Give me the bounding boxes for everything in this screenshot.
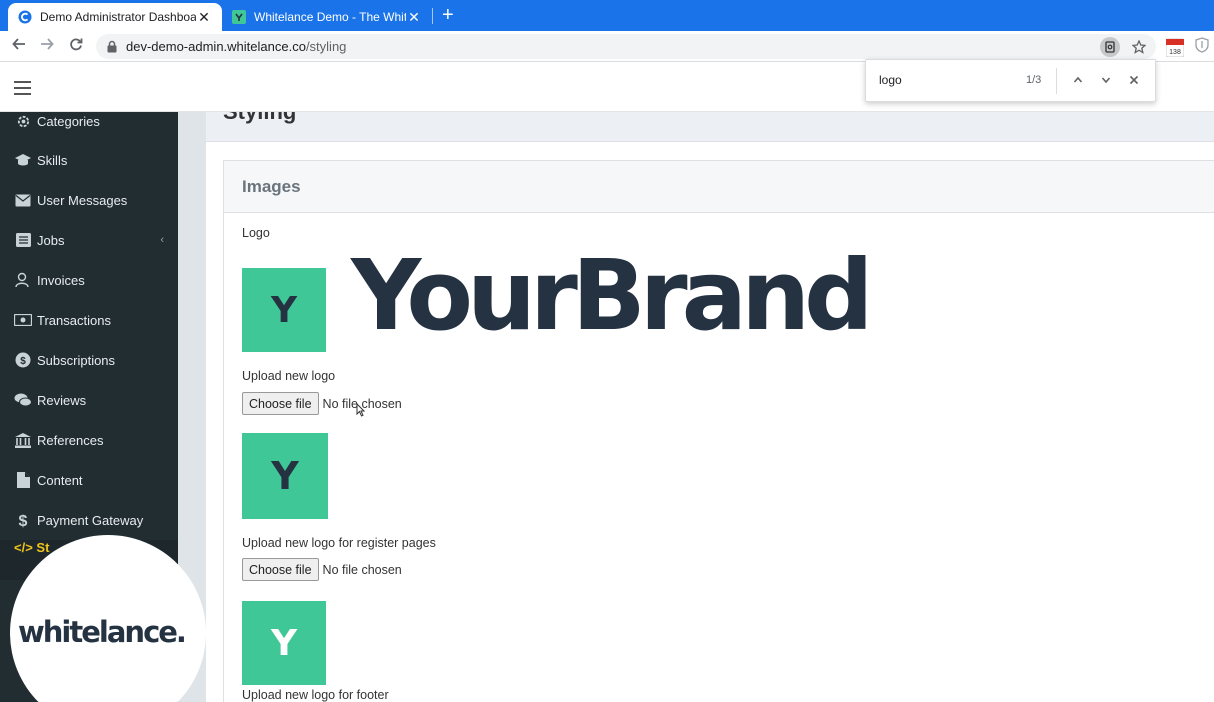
chevron-down-icon[interactable] [1097,71,1115,89]
upload-logo-label: Upload new logo [242,369,336,383]
sidebar-item-label: Invoices [37,272,85,288]
sidebar-item-styling-peek: </> St [14,540,50,555]
bookmark-star-icon[interactable] [1129,37,1149,57]
coin-icon: $ [14,352,32,368]
choose-file-button[interactable]: Choose file [242,558,319,581]
list-icon [14,232,32,248]
sidebar-item-label: Transactions [37,312,111,328]
find-separator [1056,68,1057,94]
sidebar-item-label: Jobs [37,232,65,248]
card-title: Images [242,177,301,196]
sidebar-item-label: Subscriptions [37,352,116,368]
url-path: /styling [305,39,347,54]
url-text: dev-demo-admin.whitelance.co/styling [126,39,346,54]
new-tab-icon[interactable]: + [442,5,454,25]
browser-tab-strip: Demo Administrator Dashboard ✕ Whitelanc… [0,0,1214,31]
sidebar-item-label: Payment Gateway [37,512,144,528]
sidebar-item-jobs[interactable]: Jobs ‹ [0,220,178,260]
sidebar-item-label: References [37,432,104,448]
tab-title: Demo Administrator Dashboard [40,10,196,24]
url-host: dev-demo-admin.whitelance.co [126,39,306,54]
hamburger-menu-icon[interactable] [14,81,31,95]
logo-preview-wordmark: YourBrand [351,239,874,352]
address-bar[interactable]: dev-demo-admin.whitelance.co/styling [96,34,1156,59]
user-dollar-icon [14,272,32,288]
register-logo-preview: Y [242,433,328,519]
money-icon [14,312,32,328]
choose-file-button[interactable]: Choose file [242,392,319,415]
dollar-icon: $ [14,512,32,528]
sidebar-item-categories[interactable]: Categories [0,112,178,141]
find-input[interactable]: logo [879,73,902,87]
tab-title: Whitelance Demo - The White La [254,10,406,24]
envelope-icon [14,192,32,208]
sidebar-item-label: User Messages [37,192,128,208]
logo-preview-tile: Y [242,268,326,352]
tab-demo-admin[interactable]: Demo Administrator Dashboard ✕ [8,3,222,31]
comments-icon [14,392,32,408]
close-icon[interactable] [1125,71,1143,89]
mouse-cursor-icon [356,402,366,420]
close-tab-icon[interactable]: ✕ [406,9,422,26]
images-card: Images Logo Y YourBrand Upload new logo … [223,160,1214,702]
no-file-text: No file chosen [322,562,402,577]
graduation-cap-icon [14,152,32,168]
file-icon [14,472,32,488]
whitelance-favicon [232,10,246,24]
chevron-left-icon: ‹ [160,234,164,246]
content-panel: Images Logo Y YourBrand Upload new logo … [206,142,1214,702]
sidebar-item-label: Categories [37,113,100,129]
sidebar-item-payment-gateway[interactable]: $ Payment Gateway [0,500,178,540]
calendar-extension-icon[interactable]: 138 [1165,37,1185,58]
card-header: Images [224,161,1214,213]
sidebar-item-label: Skills [37,152,68,168]
chevron-up-icon[interactable] [1069,71,1087,89]
svg-text:$: $ [19,513,28,528]
gear-icon [14,113,32,129]
sidebar-item-references[interactable]: References [0,420,178,460]
logo-label: Logo [242,226,270,240]
find-in-page-icon[interactable] [1100,37,1120,57]
whitelance-logo-text: whitelance. [18,615,187,649]
footer-logo-preview: Y [242,601,326,685]
sidebar-item-subscriptions[interactable]: $ Subscriptions [0,340,178,380]
sidebar-item-invoices[interactable]: Invoices [0,260,178,300]
register-logo-file-input[interactable]: Choose file No file chosen [242,558,402,581]
page-header: Styling [206,112,1214,142]
lock-icon [106,40,118,53]
sidebar-item-transactions[interactable]: Transactions [0,300,178,340]
svg-text:$: $ [20,356,26,367]
bank-icon [14,432,32,448]
sidebar-item-reviews[interactable]: Reviews [0,380,178,420]
reload-icon[interactable] [67,37,85,56]
upload-register-logo-label: Upload new logo for register pages [242,536,436,550]
sidebar-item-label: Content [37,472,83,488]
page-title: Styling [223,112,296,125]
browser-toolbar: dev-demo-admin.whitelance.co/styling 138 [0,31,1214,62]
forward-icon[interactable] [38,37,56,56]
find-bar: logo 1/3 [865,59,1156,102]
sidebar-item-skills[interactable]: Skills [0,140,178,180]
shield-extension-icon[interactable] [1195,37,1213,57]
find-match-count: 1/3 [1026,74,1042,86]
c-logo-icon [18,10,32,24]
close-tab-icon[interactable]: ✕ [196,9,212,26]
tab-separator [432,8,433,24]
tab-whitelance-demo[interactable]: Whitelance Demo - The White La ✕ [222,3,432,31]
sidebar-item-label: Reviews [37,392,87,408]
back-icon[interactable] [10,37,28,56]
upload-footer-logo-label: Upload new logo for footer [242,688,389,702]
sidebar-item-user-messages[interactable]: User Messages [0,180,178,220]
sidebar-item-content[interactable]: Content [0,460,178,500]
logo-file-input[interactable]: Choose file No file chosen [242,392,402,415]
svg-text:138: 138 [1169,49,1181,56]
